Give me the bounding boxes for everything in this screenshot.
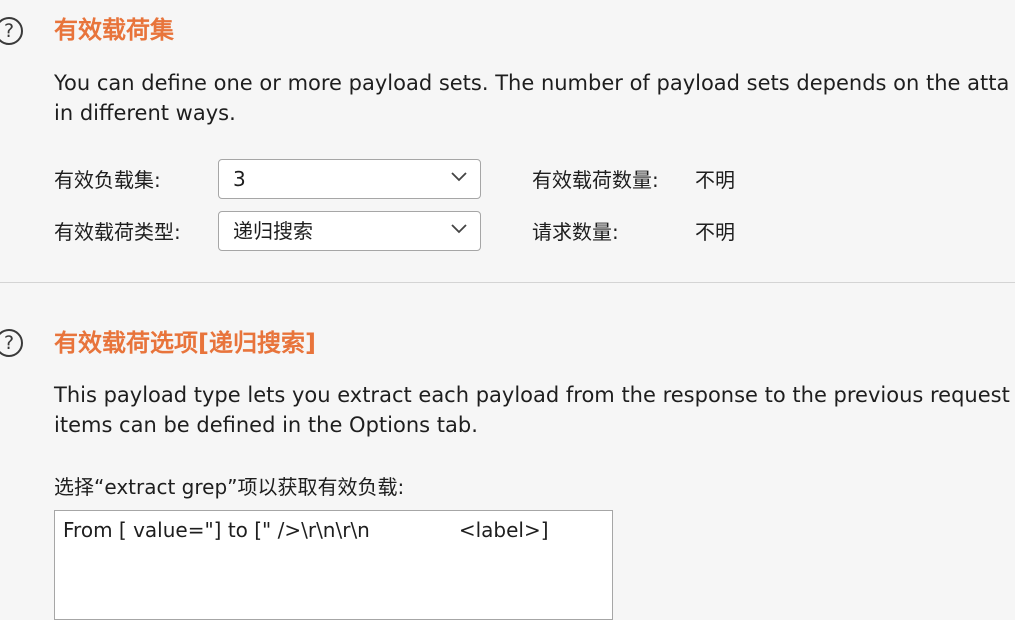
chevron-down-icon bbox=[451, 172, 467, 182]
chevron-down-icon bbox=[451, 224, 467, 234]
payload-options-description-line-1: This payload type lets you extract each … bbox=[54, 383, 1010, 407]
payload-count-label: 有效载荷数量: bbox=[532, 168, 659, 192]
payload-set-value: 3 bbox=[233, 167, 246, 191]
payload-count-value: 不明 bbox=[695, 168, 735, 192]
payload-sets-title: 有效载荷集 bbox=[54, 16, 174, 44]
question-icon[interactable]: ? bbox=[0, 17, 23, 45]
extract-grep-list[interactable]: From [ value="] to [" />\r\n\r\n <label>… bbox=[54, 510, 613, 620]
payload-options-title: 有效载荷选项[递归搜索] bbox=[54, 329, 316, 357]
list-item[interactable]: From [ value="] to [" />\r\n\r\n <label>… bbox=[63, 516, 549, 544]
select-grep-label: 选择“extract grep”项以获取有效负载: bbox=[54, 475, 405, 499]
request-count-label: 请求数量: bbox=[532, 220, 619, 244]
payload-sets-description-line-1: You can define one or more payload sets.… bbox=[54, 71, 1010, 95]
payload-set-select[interactable]: 3 bbox=[218, 159, 481, 199]
request-count-value: 不明 bbox=[695, 220, 735, 244]
section-divider bbox=[0, 282, 1015, 283]
payload-type-label: 有效载荷类型: bbox=[54, 220, 181, 244]
question-icon[interactable]: ? bbox=[0, 329, 23, 357]
payload-type-select[interactable]: 递归搜索 bbox=[218, 211, 481, 251]
payload-options-description-line-2: items can be defined in the Options tab. bbox=[54, 413, 478, 437]
payload-type-value: 递归搜索 bbox=[233, 219, 313, 243]
payload-set-label: 有效负载集: bbox=[54, 168, 161, 192]
payload-sets-description-line-2: in different ways. bbox=[54, 101, 236, 125]
